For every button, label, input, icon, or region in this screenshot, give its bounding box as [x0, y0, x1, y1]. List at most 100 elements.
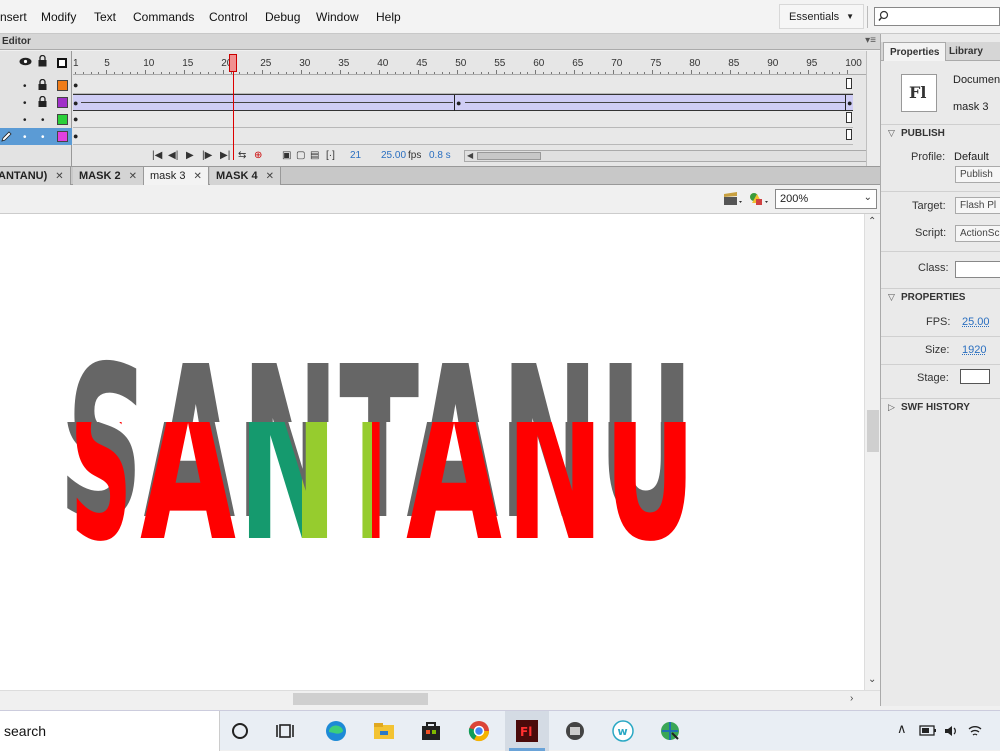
onion-markers-icon[interactable]: [·]: [326, 150, 335, 161]
close-icon[interactable]: ✕: [55, 171, 63, 182]
menu-commands[interactable]: Commands: [133, 10, 194, 24]
last-frame-icon[interactable]: ▶|: [220, 150, 230, 161]
eye-icon[interactable]: [19, 57, 32, 66]
menu-debug[interactable]: Debug: [265, 10, 300, 24]
visible-dot-icon[interactable]: •: [23, 98, 27, 109]
ruler-tick-mark: [254, 72, 256, 74]
section-swf-history[interactable]: ▷ SWF HISTORY: [881, 398, 1000, 416]
onion-outline-icon[interactable]: ▢: [296, 150, 305, 161]
chevron-up-icon[interactable]: ∧: [897, 721, 907, 737]
unlocked-dot-icon[interactable]: •: [41, 132, 45, 143]
task-view-icon[interactable]: [274, 719, 298, 743]
scroll-thumb[interactable]: [477, 152, 541, 160]
volume-icon[interactable]: [943, 723, 959, 739]
step-forward-icon[interactable]: |▶: [202, 150, 212, 161]
frame-row[interactable]: ●: [73, 128, 853, 145]
stage-hscrollbar[interactable]: ›: [0, 690, 880, 706]
step-back-icon[interactable]: ◀|: [168, 150, 178, 161]
layer-row[interactable]: • •: [0, 111, 72, 128]
ruler-tick-mark: [808, 70, 810, 74]
layer-color-swatch[interactable]: [57, 131, 68, 142]
workspace-switcher[interactable]: Essentials ▼: [779, 4, 864, 29]
lock-icon[interactable]: [38, 79, 47, 90]
flash-app-icon[interactable]: Fl: [515, 719, 539, 743]
visible-dot-icon[interactable]: •: [23, 81, 27, 92]
publish-button[interactable]: Publish: [955, 166, 1000, 183]
edit-bar: 200% ⌄: [0, 185, 880, 214]
file-explorer-icon[interactable]: [372, 719, 396, 743]
zoom-select[interactable]: 200% ⌄: [775, 189, 877, 209]
lock-icon[interactable]: [38, 55, 47, 67]
menu-text[interactable]: Text: [94, 10, 116, 24]
stage-vscrollbar[interactable]: ⌃ ⌄: [864, 214, 880, 690]
scroll-thumb[interactable]: [293, 693, 428, 705]
section-publish[interactable]: ▽ PUBLISH: [881, 124, 1000, 142]
playhead[interactable]: [229, 54, 237, 72]
symbol-shapes-icon[interactable]: [748, 191, 770, 207]
menu-divider: [867, 6, 868, 28]
menu-window[interactable]: Window: [316, 10, 359, 24]
unlocked-dot-icon[interactable]: •: [41, 115, 45, 126]
layer-color-swatch[interactable]: [57, 114, 68, 125]
center-frame-icon[interactable]: ⊕: [254, 150, 262, 161]
tab-mask-3[interactable]: mask 3 ✕: [144, 167, 209, 185]
outline-icon[interactable]: [57, 58, 67, 68]
frame-rate[interactable]: 25.00: [381, 150, 406, 161]
help-search-input[interactable]: [874, 7, 1000, 26]
wondershare-icon[interactable]: w: [611, 719, 635, 743]
store-icon[interactable]: [419, 719, 443, 743]
play-icon[interactable]: ▶: [186, 150, 194, 161]
stage-canvas[interactable]: SANTANU SANTANU SANNTTANU: [0, 214, 864, 690]
class-input[interactable]: [955, 261, 1000, 278]
current-frame[interactable]: 21: [350, 150, 361, 161]
stage-color-swatch[interactable]: [960, 369, 990, 384]
target-select[interactable]: Flash Pl: [955, 197, 1000, 214]
cortana-icon[interactable]: [228, 719, 252, 743]
fps-value[interactable]: 25.00: [962, 316, 990, 328]
visible-dot-icon[interactable]: •: [23, 115, 27, 126]
bandicam-icon[interactable]: [563, 719, 587, 743]
frame-row[interactable]: ●: [73, 77, 853, 94]
edit-multiple-icon[interactable]: ▤: [310, 150, 319, 161]
tween-row[interactable]: ● ● ●: [73, 94, 853, 111]
timeline-vscrollbar[interactable]: [866, 51, 880, 166]
menu-control[interactable]: Control: [209, 10, 248, 24]
battery-icon[interactable]: [919, 725, 937, 737]
tab-mask-2[interactable]: MASK 2 ✕: [73, 167, 144, 185]
section-properties[interactable]: ▽ PROPERTIES: [881, 288, 1000, 306]
ruler-tick-mark: [316, 72, 318, 74]
first-frame-icon[interactable]: |◀: [152, 150, 162, 161]
tab-properties[interactable]: Properties: [883, 42, 947, 61]
panel-menu-icon[interactable]: ▾≡: [865, 35, 876, 46]
layer-color-swatch[interactable]: [57, 97, 68, 108]
layer-row-selected[interactable]: • •: [0, 128, 72, 145]
close-icon[interactable]: ✕: [193, 171, 201, 182]
globe-download-icon[interactable]: [658, 719, 682, 743]
lock-icon[interactable]: [38, 96, 47, 107]
scene-clapper-icon[interactable]: [722, 191, 744, 207]
frames-area[interactable]: 1 5 10 15 20 25 30 35 40 45 50 55 60 65 70 75 80 85 90 95 10…: [73, 51, 939, 166]
chrome-icon[interactable]: [467, 719, 491, 743]
close-icon[interactable]: ✕: [266, 171, 274, 182]
loop-icon[interactable]: ⇆: [238, 150, 246, 161]
layer-row[interactable]: •: [0, 94, 72, 111]
layer-row[interactable]: •: [0, 77, 72, 94]
script-select[interactable]: ActionSc: [955, 225, 1000, 242]
visible-dot-icon[interactable]: •: [23, 132, 27, 143]
layer-color-swatch[interactable]: [57, 80, 68, 91]
edge-icon[interactable]: [324, 719, 348, 743]
tab-mask-4[interactable]: MASK 4 ✕: [210, 167, 281, 185]
frame-ruler[interactable]: 1 5 10 15 20 25 30 35 40 45 50 55 60 65 70 75 80 85 90 95 10…: [73, 51, 866, 75]
menu-insert[interactable]: nsert: [0, 10, 27, 24]
frame-row[interactable]: ●: [73, 111, 853, 128]
taskbar-search[interactable]: search: [0, 711, 220, 751]
menu-modify[interactable]: Modify: [41, 10, 76, 24]
tab-santanu[interactable]: ANTANU) ✕: [0, 167, 71, 185]
scroll-thumb[interactable]: [867, 410, 879, 452]
onion-skin-icon[interactable]: ▣: [282, 150, 291, 161]
close-icon[interactable]: ✕: [129, 171, 137, 182]
size-value[interactable]: 1920: [962, 344, 986, 356]
tab-library[interactable]: Library: [943, 42, 989, 61]
wifi-icon[interactable]: [967, 723, 983, 739]
menu-help[interactable]: Help: [376, 10, 401, 24]
